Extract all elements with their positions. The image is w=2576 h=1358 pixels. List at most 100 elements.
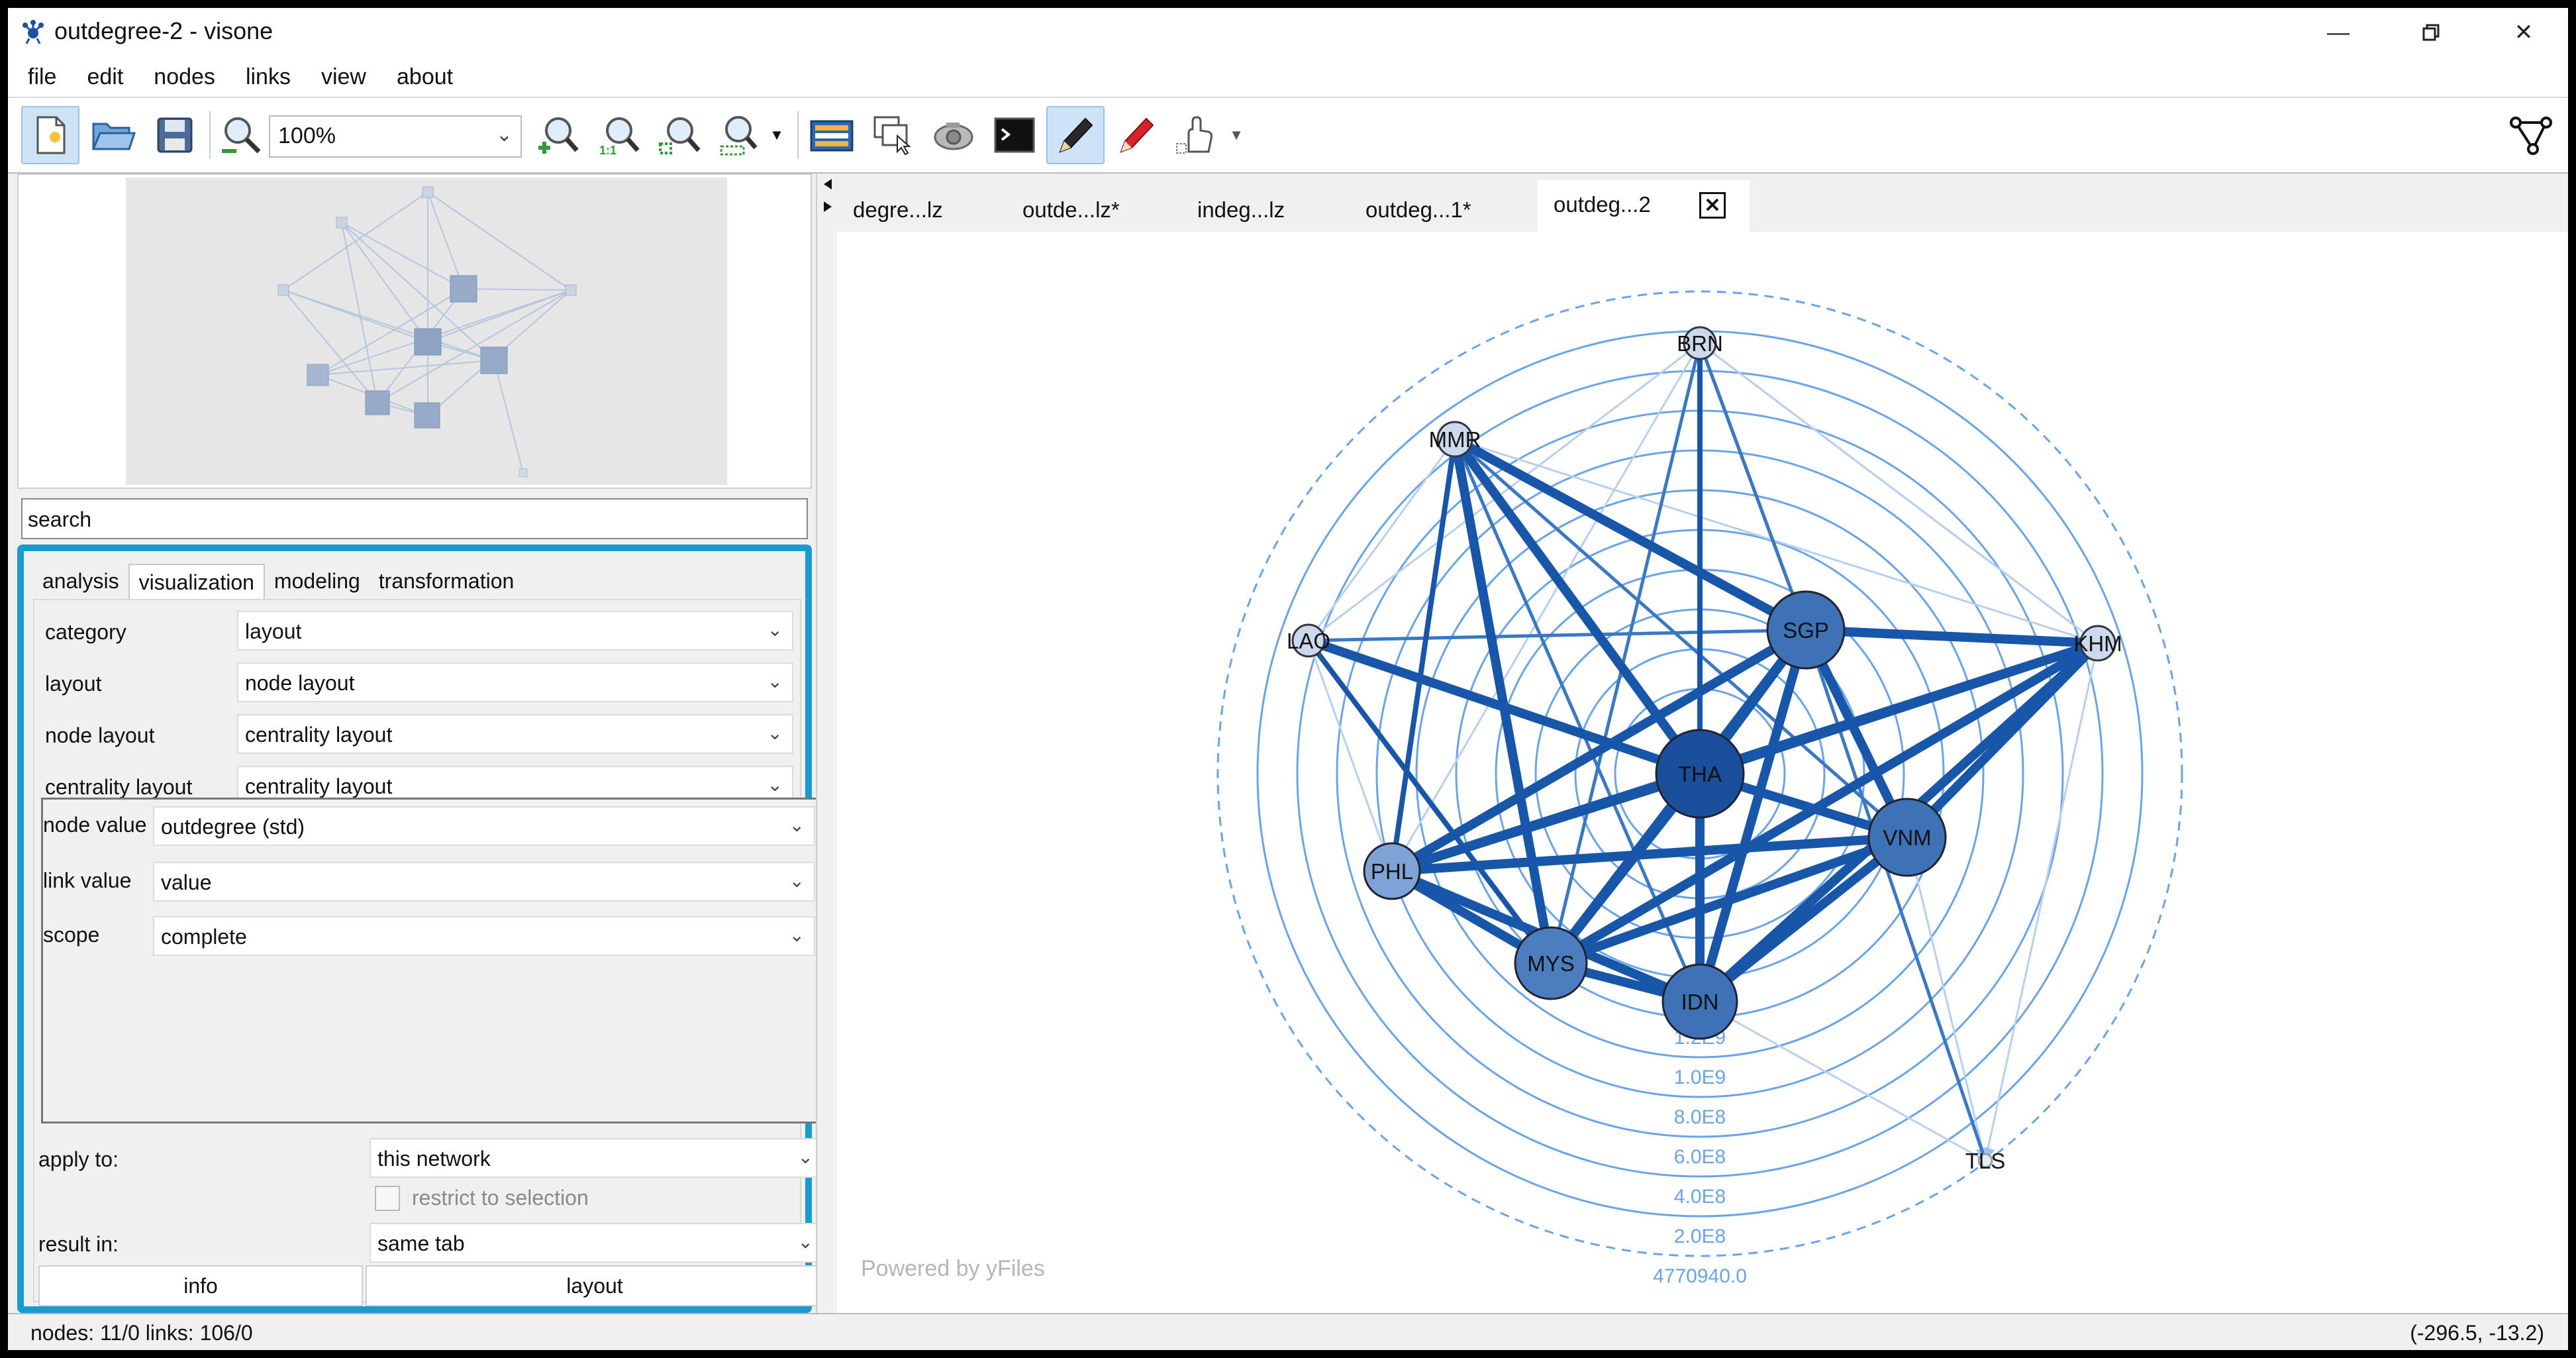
- node-tha[interactable]: THA: [1655, 729, 1745, 819]
- menu-file[interactable]: file: [28, 64, 56, 90]
- zoom-options-dropdown[interactable]: ▼: [767, 106, 787, 164]
- yfiles-watermark: Powered by yFiles: [861, 1256, 1045, 1281]
- zoom-in-button[interactable]: [528, 106, 587, 164]
- zoom-tool-button[interactable]: [213, 106, 272, 164]
- panel-splitter[interactable]: [816, 174, 837, 1313]
- visualization-panel: analysis visualization modeling transfor…: [17, 545, 824, 1313]
- chevron-down-icon: ⌄: [797, 1147, 813, 1167]
- menu-about[interactable]: about: [397, 64, 453, 90]
- node-tls[interactable]: TLS: [1965, 1149, 2006, 1173]
- info-button[interactable]: info: [38, 1265, 363, 1306]
- attribute-manager-button[interactable]: [803, 106, 861, 164]
- apply-to-label: apply to:: [38, 1147, 119, 1171]
- hand-pointer-icon: [1176, 116, 1213, 154]
- close-window-button[interactable]: ✕: [2481, 8, 2567, 57]
- zoom-level-select[interactable]: 100% ⌄: [269, 115, 522, 158]
- node-layout-label: node layout: [45, 723, 155, 747]
- overview-viewport[interactable]: [126, 178, 727, 485]
- tab-transformation[interactable]: transformation: [370, 562, 524, 599]
- zoom-fit-icon: [659, 117, 701, 154]
- zoom-100-button[interactable]: 1:1: [589, 106, 648, 164]
- layout-value: node layout: [245, 671, 355, 695]
- left-panel: search analysis visualization modeling t…: [8, 174, 824, 1313]
- new-network-button[interactable]: [21, 106, 79, 164]
- result-in-select[interactable]: same tab ⌄: [370, 1223, 824, 1263]
- menu-edit[interactable]: edit: [87, 64, 123, 90]
- tab-analysis[interactable]: analysis: [33, 562, 128, 599]
- selection-windows-button[interactable]: [864, 106, 922, 164]
- node-layout-value: centrality layout: [245, 723, 393, 747]
- doc-tab-4[interactable]: outdeg...1*: [1350, 185, 1487, 232]
- layout-button[interactable]: layout: [366, 1265, 824, 1306]
- tab-modeling[interactable]: modeling: [265, 562, 370, 599]
- centrality-layout-value: centrality layout: [245, 774, 393, 798]
- restore-button[interactable]: [2388, 8, 2474, 57]
- restrict-to-selection-checkbox[interactable]: [375, 1186, 400, 1211]
- scope-select[interactable]: complete ⌄: [153, 916, 815, 956]
- menu-view[interactable]: view: [321, 64, 366, 90]
- tab-visualization[interactable]: visualization: [128, 564, 265, 600]
- node-layout-select[interactable]: centrality layout ⌄: [237, 714, 793, 754]
- minimize-button[interactable]: —: [2295, 8, 2381, 57]
- doc-tab-5-label: outdeg...2: [1554, 192, 1651, 217]
- node-lao[interactable]: LAO: [1287, 623, 1330, 658]
- status-bar: nodes: 11/0 links: 106/0 (-296.5, -13.2): [8, 1313, 2568, 1350]
- node-label-tls: TLS: [1965, 1149, 2006, 1173]
- category-select[interactable]: layout ⌄: [237, 611, 793, 651]
- fit-content-button[interactable]: [650, 106, 709, 164]
- search-input[interactable]: search: [21, 498, 808, 539]
- magnifier-icon: [222, 117, 261, 154]
- node-label-mmr: MMR: [1429, 427, 1481, 452]
- open-button[interactable]: [83, 106, 142, 164]
- toolbar: 100% ⌄ 1:1 ▼ ▼: [8, 98, 2568, 174]
- node-label-mys: MYS: [1527, 951, 1575, 976]
- result-in-value: same tab: [377, 1231, 465, 1255]
- ring-label-3: 8.0E8: [1674, 1106, 1726, 1128]
- node-label-lao: LAO: [1287, 629, 1330, 653]
- edit-mode-button[interactable]: [1046, 106, 1105, 164]
- camera-button[interactable]: [924, 106, 983, 164]
- graph-canvas[interactable]: 1.2E9 1.0E9 8.0E8 6.0E8 4.0E8 2.0E8 4770…: [837, 232, 2568, 1313]
- draw-mode-button[interactable]: [1107, 106, 1165, 164]
- triangle-down-icon: ▼: [769, 127, 784, 143]
- overview-panel[interactable]: [17, 174, 812, 489]
- scope-value: complete: [161, 925, 247, 949]
- close-tab-icon[interactable]: ✕: [1699, 192, 1726, 219]
- splitter-arrows-icon: [824, 179, 832, 212]
- node-phl[interactable]: PHL: [1363, 842, 1421, 900]
- cursor-coordinates: (-296.5, -13.2): [2410, 1321, 2544, 1345]
- centrality-layout-label: centrality layout: [45, 775, 193, 799]
- camera-icon: [934, 123, 973, 150]
- chevron-down-icon: ⌄: [495, 124, 513, 146]
- node-brn[interactable]: BRN: [1677, 326, 1723, 360]
- node-value-label: node value: [43, 813, 147, 837]
- doc-tab-5[interactable]: outdeg...2 ✕: [1538, 180, 1750, 232]
- doc-tab-1[interactable]: degre...lz: [837, 185, 959, 232]
- doc-tab-3[interactable]: indeg...lz: [1181, 185, 1301, 232]
- node-label-khm: KHM: [2073, 631, 2122, 656]
- layout-select[interactable]: node layout ⌄: [237, 662, 793, 702]
- save-button[interactable]: [146, 106, 204, 164]
- network-mode-button[interactable]: [2502, 106, 2560, 164]
- doc-tab-2[interactable]: outde...lz*: [1007, 185, 1136, 232]
- link-value-select[interactable]: value ⌄: [153, 862, 815, 902]
- node-khm[interactable]: KHM: [2073, 625, 2122, 662]
- node-vnm[interactable]: VNM: [1867, 798, 1947, 877]
- menu-nodes[interactable]: nodes: [154, 64, 215, 90]
- node-mys[interactable]: MYS: [1514, 926, 1588, 1000]
- console-button[interactable]: [985, 106, 1044, 164]
- pointer-options-dropdown[interactable]: ▼: [1226, 106, 1246, 164]
- zoom-level-value: 100%: [278, 123, 336, 148]
- zoom-selection-button[interactable]: [711, 106, 769, 164]
- ring-label-5: 4.0E8: [1674, 1186, 1726, 1208]
- node-sgp[interactable]: SGP: [1766, 590, 1846, 670]
- open-folder-icon: [91, 123, 136, 150]
- pointer-mode-button[interactable]: [1168, 106, 1226, 164]
- ring-label-4: 6.0E8: [1674, 1146, 1726, 1168]
- node-mmr[interactable]: MMR: [1429, 421, 1481, 458]
- apply-to-select[interactable]: this network ⌄: [370, 1138, 824, 1178]
- node-idn[interactable]: IDN: [1661, 963, 1738, 1040]
- doc-tab-4-label: outdeg...1*: [1365, 197, 1471, 222]
- node-value-select[interactable]: outdegree (std) ⌄: [153, 806, 815, 846]
- menu-links[interactable]: links: [246, 64, 291, 90]
